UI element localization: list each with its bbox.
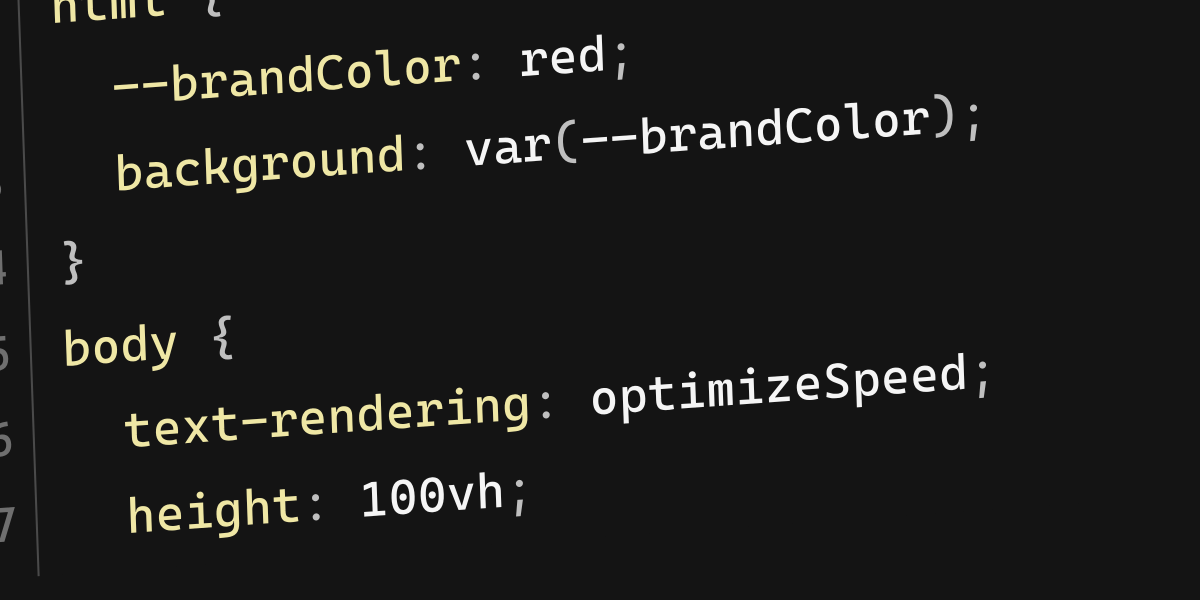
css-property: text-rendering [123,374,533,460]
line-number: 4 [0,225,10,313]
line-number: 6 [0,396,16,484]
css-value: 100vh [359,462,507,529]
css-value: optimizeSpeed [589,344,970,428]
brace-open: { [195,0,226,25]
brace-open: { [207,309,238,368]
line-number-gutter: 1 2 3 4 5 6 7 [0,0,38,580]
semicolon: ; [504,460,535,519]
line-number: 2 [0,53,4,141]
semicolon: ; [606,23,637,82]
code-editor[interactable]: 1 2 3 4 5 6 7 html { --brandColor: red; … [0,0,1200,580]
colon: : [300,474,331,533]
line-number: 7 [0,482,19,570]
semicolon: ; [958,84,989,143]
brace-close: } [58,233,89,292]
paren-open: ( [551,113,582,172]
css-var-arg: --brandColor [580,89,932,171]
editor-stage: 1 2 3 4 5 6 7 html { --brandColor: red; … [0,0,1200,600]
css-function: var [463,115,552,178]
css-property: --brandColor [111,35,463,117]
css-property: height [126,476,303,545]
colon: : [530,372,561,431]
line-number: 3 [0,139,7,227]
line-number: 5 [0,310,13,398]
colon: : [405,123,436,182]
line-number: 1 [0,0,1,55]
colon: : [460,33,491,92]
selector: html [50,0,169,35]
semicolon: ; [967,342,998,401]
code-area[interactable]: html { --brandColor: red; background: va… [49,0,1200,574]
paren-close: ) [929,87,960,146]
css-value: red [519,25,608,88]
selector: body [61,313,180,378]
css-property: background [114,125,407,202]
